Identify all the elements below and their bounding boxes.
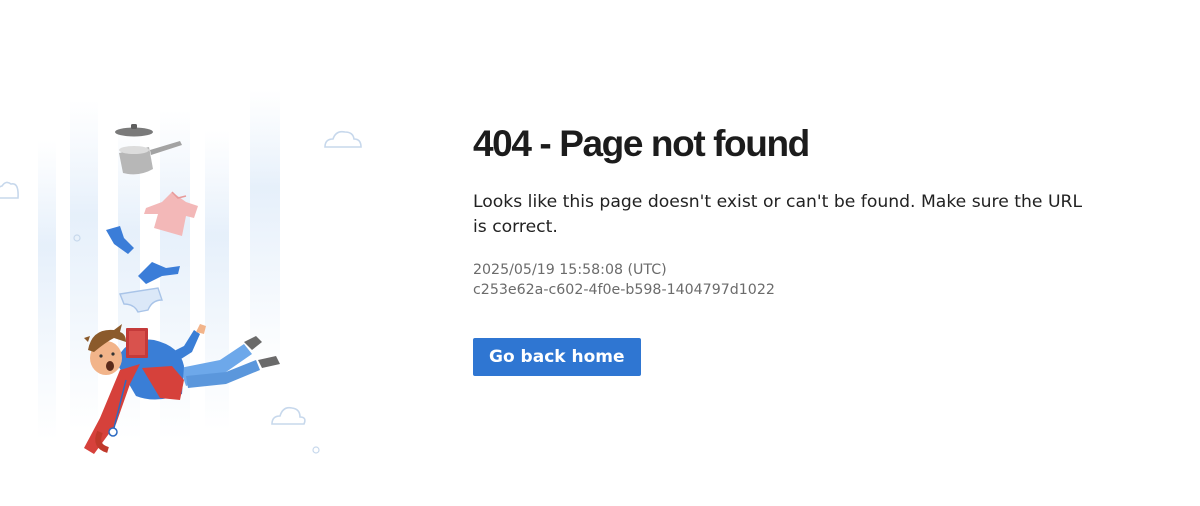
cloud-icon bbox=[324, 130, 362, 148]
error-message: Looks like this page doesn't exist or ca… bbox=[473, 192, 1083, 237]
cloud-icon bbox=[271, 406, 306, 425]
falling-man-illustration bbox=[0, 80, 380, 480]
error-details: 2025/05/19 15:58:08 (UTC) c253e62a-c602-… bbox=[473, 260, 1093, 300]
cloud-icon bbox=[0, 181, 19, 199]
error-timestamp: 2025/05/19 15:58:08 (UTC) bbox=[473, 262, 667, 278]
request-id: c253e62a-c602-4f0e-b598-1404797d1022 bbox=[473, 282, 775, 298]
error-content: 404 - Page not found Looks like this pag… bbox=[473, 124, 1093, 376]
go-back-home-button[interactable]: Go back home bbox=[473, 338, 641, 376]
page-title: 404 - Page not found bbox=[473, 123, 810, 164]
